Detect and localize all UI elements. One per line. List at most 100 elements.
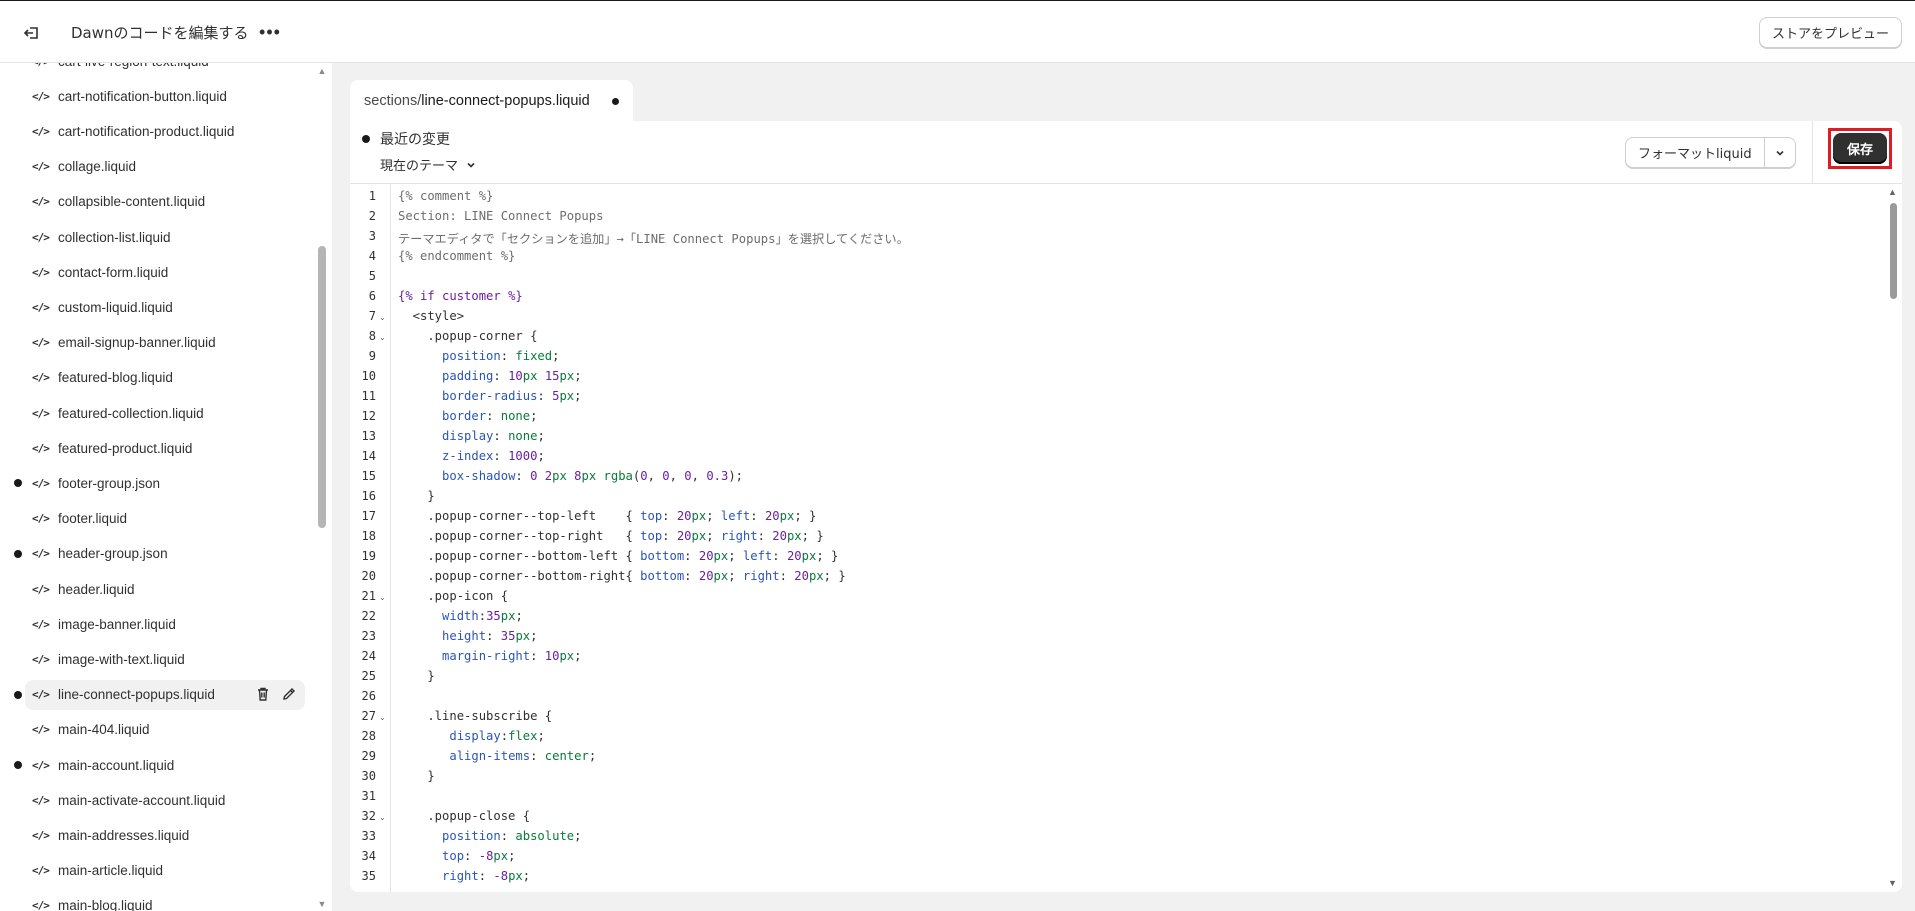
code-token: :	[515, 469, 531, 483]
code-token: px	[559, 369, 575, 383]
code-token: :	[662, 509, 677, 523]
file-item[interactable]: </> footer-group.json	[25, 468, 305, 498]
code-token: px	[500, 609, 516, 623]
line-number: 10	[361, 369, 376, 383]
tab-line-connect-popups[interactable]: sections/line-connect-popups.liquid	[350, 80, 633, 122]
file-name: header.liquid	[58, 581, 135, 597]
fold-chevron-icon[interactable]: ⌄	[379, 593, 386, 602]
file-item[interactable]: </> main-account.liquid	[25, 750, 305, 780]
file-item[interactable]: </> main-blog.liquid	[25, 891, 305, 911]
fold-chevron-icon[interactable]: ⌄	[379, 713, 386, 722]
theme-select-label: 現在のテーマ	[380, 159, 459, 174]
scroll-up-icon[interactable]: ▲	[316, 66, 328, 76]
line-number: 28	[361, 729, 376, 743]
code-token: px	[786, 529, 802, 543]
code-token: box-shadow	[442, 469, 516, 483]
file-name: contact-form.liquid	[58, 264, 169, 280]
file-item[interactable]: </> main-addresses.liquid	[25, 820, 305, 850]
file-item[interactable]: </> cart-notification-button.liquid	[25, 81, 305, 111]
editor-scroll-thumb[interactable]	[1890, 203, 1897, 299]
line-number: 13	[361, 429, 376, 443]
file-item[interactable]: </> collage.liquid	[25, 152, 305, 182]
code-token: :	[478, 609, 487, 623]
code-token: 35	[500, 629, 516, 643]
file-item[interactable]: </> header-group.json	[25, 539, 305, 569]
fold-chevron-icon[interactable]: ⌄	[379, 813, 386, 822]
file-item[interactable]: </> image-banner.liquid	[25, 609, 305, 639]
code-file-icon: </>	[32, 512, 50, 526]
code-line: }	[398, 769, 434, 789]
code-token: bottom	[640, 549, 685, 563]
file-item[interactable]: </> header.liquid	[25, 574, 305, 604]
file-item[interactable]: </> featured-collection.liquid	[25, 398, 305, 428]
code-file-icon: </>	[32, 758, 50, 772]
file-item[interactable]: </> collection-list.liquid	[25, 222, 305, 252]
code-line: border: none;	[398, 409, 537, 429]
code-token: ; }	[816, 549, 839, 563]
scroll-down-icon[interactable]: ▼	[1888, 878, 1897, 888]
code-token: ,	[669, 469, 685, 483]
line-number: 32	[361, 809, 376, 823]
code-token: ;	[574, 369, 582, 383]
line-number: 16	[361, 489, 376, 503]
scroll-down-icon[interactable]: ▼	[316, 899, 328, 909]
rename-icon[interactable]	[281, 686, 297, 702]
file-item[interactable]: </> cart-live-region-text.liquid	[25, 63, 305, 76]
save-button[interactable]: 保存	[1833, 133, 1887, 164]
code-token: none	[500, 409, 531, 423]
code-token: ;	[574, 649, 582, 663]
code-file-icon: </>	[32, 265, 50, 279]
file-item[interactable]: </> collapsible-content.liquid	[25, 187, 305, 217]
exit-button[interactable]	[18, 19, 46, 47]
code-token: {% endcomment %}	[398, 249, 516, 263]
code-token: 20	[764, 509, 780, 523]
recent-changes-header: 最近の変更	[362, 129, 450, 149]
file-item[interactable]: </> featured-product.liquid	[25, 433, 305, 463]
theme-version-select[interactable]: 現在のテーマ	[380, 155, 476, 174]
store-preview-button[interactable]: ストアをプレビュー	[1758, 17, 1902, 48]
code-token: px	[559, 649, 575, 663]
code-token: ;	[706, 529, 721, 543]
file-name: footer-group.json	[58, 475, 161, 491]
sidebar-scroll-thumb[interactable]	[318, 246, 326, 528]
format-options-button[interactable]	[1765, 138, 1795, 167]
code-token: right	[742, 569, 780, 583]
line-number: 18	[361, 529, 376, 543]
chevron-down-icon	[1776, 150, 1784, 156]
code-token: :	[684, 569, 699, 583]
file-item[interactable]: </> featured-blog.liquid	[25, 363, 305, 393]
file-item[interactable]: </> main-404.liquid	[25, 715, 305, 745]
recent-changes-label: 最近の変更	[380, 132, 450, 148]
code-token: 15	[544, 369, 560, 383]
more-actions-button[interactable]: •••	[258, 19, 282, 45]
file-item[interactable]: </> custom-liquid.liquid	[25, 292, 305, 322]
code-token: ;	[552, 349, 560, 363]
file-item[interactable]: </> footer.liquid	[25, 504, 305, 534]
code-token: ;	[508, 849, 516, 863]
page-title: Dawnのコードを編集する	[71, 24, 249, 42]
scroll-up-icon[interactable]: ▲	[1888, 187, 1897, 197]
delete-icon[interactable]	[255, 686, 271, 702]
file-item[interactable]: </> line-connect-popups.liquid	[25, 679, 305, 710]
fold-chevron-icon[interactable]: ⌄	[379, 333, 386, 342]
line-number: 31	[361, 789, 376, 803]
code-token: width	[442, 609, 479, 623]
file-item[interactable]: </> main-article.liquid	[25, 856, 305, 886]
file-actions	[255, 686, 297, 702]
file-item[interactable]: </> contact-form.liquid	[25, 257, 305, 287]
format-liquid-button[interactable]: フォーマットliquid	[1626, 138, 1765, 167]
code-line: Section: LINE Connect Popups	[398, 209, 603, 229]
file-item[interactable]: </> email-signup-banner.liquid	[25, 328, 305, 358]
line-number: 23	[361, 629, 376, 643]
file-item[interactable]: </> cart-notification-product.liquid	[25, 116, 305, 146]
code-file-icon: </>	[32, 547, 50, 561]
fold-chevron-icon[interactable]: ⌄	[379, 313, 386, 322]
code-line: box-shadow: 0 2px 8px rgba(0, 0, 0, 0.3)…	[398, 469, 743, 489]
file-item[interactable]: </> image-with-text.liquid	[25, 644, 305, 674]
file-item[interactable]: </> main-activate-account.liquid	[25, 785, 305, 815]
